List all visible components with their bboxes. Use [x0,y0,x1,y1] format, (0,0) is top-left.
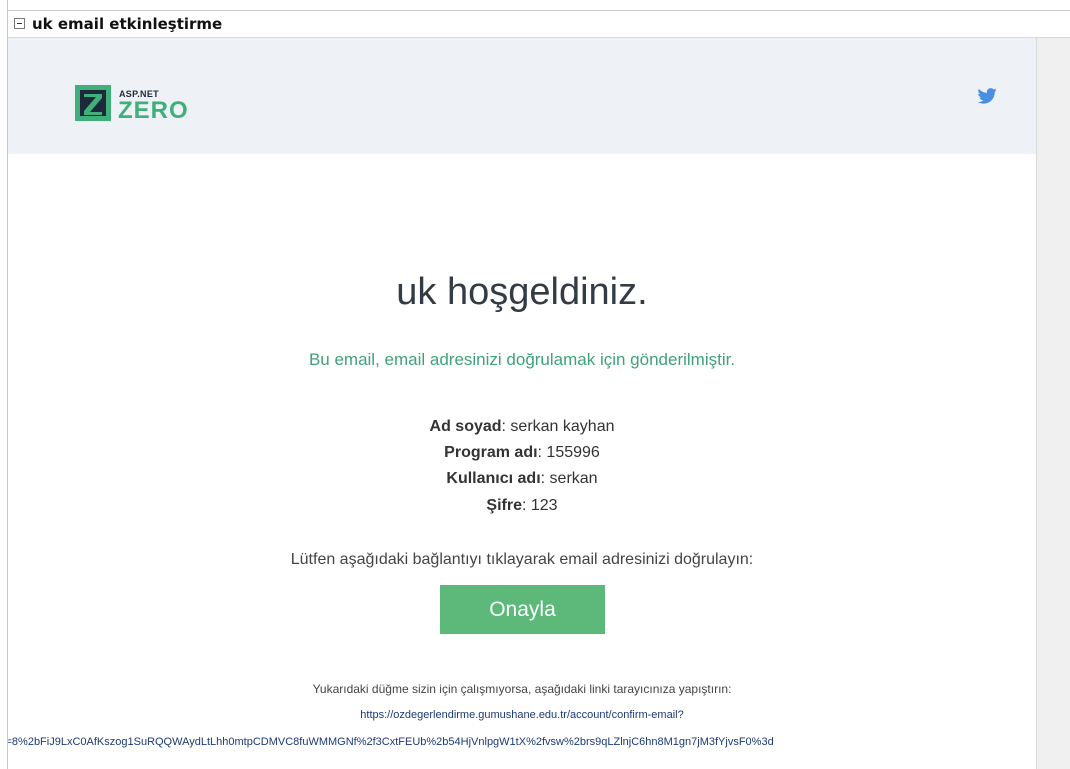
info-value: : 123 [521,497,558,514]
info-row-username: Kullanıcı adı: serkan [8,470,1036,488]
confirm-link-line2[interactable]: c=8%2bFiJ9LxC0AfKszog1SuRQQWAydLtLhh0mtp… [8,736,774,748]
info-value: : serkan kayhan [501,418,615,435]
info-label: Şifre [486,497,522,514]
confirm-link-line1[interactable]: https://ozdegerlendirme.gumushane.edu.tr… [8,709,1036,721]
vertical-scrollbar[interactable] [1036,38,1070,769]
info-row-name: Ad soyad: serkan kayhan [8,418,1036,436]
info-value: : 155996 [537,444,600,461]
item-title: uk email etkinleştirme [32,15,223,33]
info-row-password: Şifre: 123 [8,497,1036,515]
confirm-button[interactable]: Onayla [440,585,605,634]
info-label: Program adı [444,444,538,461]
greeting-heading: uk hoşgeldiniz. [396,271,648,313]
info-label: Ad soyad [429,418,502,435]
instruction-text: Lütfen aşağıdaki bağlantıyı tıklayarak e… [290,551,754,568]
info-label: Kullanıcı adı [446,470,541,487]
twitter-icon[interactable] [977,88,997,104]
fallback-text: Yukarıdaki düğme sizin için çalışmıyorsa… [312,682,732,696]
email-subtitle: Bu email, email adresinizi doğrulamak iç… [308,350,736,369]
email-preview: ASP.NET ZERO uk hoşgeldiniz. Bu email, e… [8,38,1036,769]
info-value: : serkan [540,470,598,487]
item-title-bar: uk email etkinleştirme [8,10,1070,38]
zero-logo-icon [75,85,111,121]
collapse-icon[interactable] [14,18,25,29]
info-row-program: Program adı: 155996 [8,444,1036,462]
email-header: ASP.NET ZERO [8,38,1036,154]
logo-big-text: ZERO [118,97,189,124]
